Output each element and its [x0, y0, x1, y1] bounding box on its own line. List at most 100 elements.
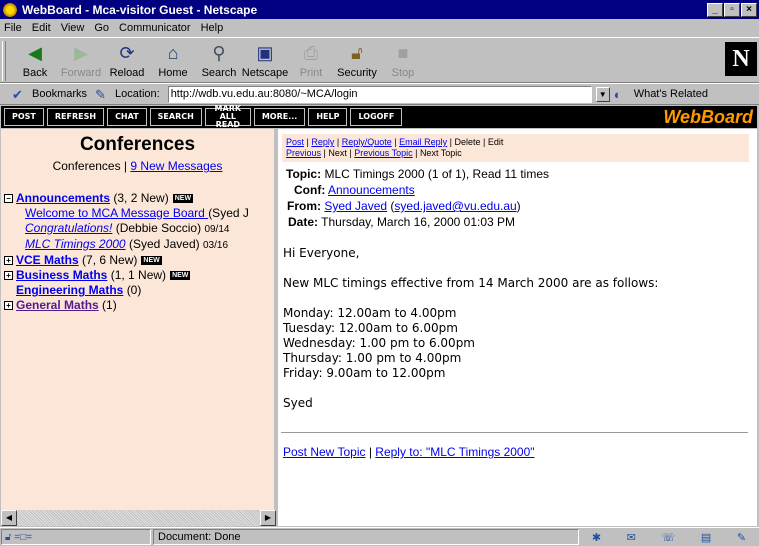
schedule-line: Wednesday: 1.00 pm to 6.00pm: [283, 336, 475, 350]
menu-go[interactable]: Go: [94, 22, 109, 34]
topic-link-current[interactable]: MLC Timings 2000: [25, 237, 126, 251]
discussion-icon[interactable]: ☏: [662, 531, 676, 544]
topic-row: Congratulations! (Debbie Soccio) 09/14: [25, 221, 230, 235]
conferences-title: Conferences: [79, 134, 196, 155]
whats-related-button[interactable]: ◐ What's Related: [614, 87, 708, 102]
wb-search-button[interactable]: SEARCH: [149, 108, 202, 126]
conference-engineering-maths: Engineering Maths (0): [16, 283, 142, 298]
print-button[interactable]: ⎙ Print: [288, 38, 334, 82]
conference-link[interactable]: Announcements: [16, 191, 110, 206]
netscape-logo-icon[interactable]: N: [725, 42, 757, 76]
online-icon[interactable]: =□=: [14, 532, 32, 543]
reply-link[interactable]: Reply: [311, 137, 334, 147]
url-dropdown-button[interactable]: ▼: [595, 86, 610, 102]
menu-help[interactable]: Help: [201, 22, 224, 34]
greeting: Hi Everyone,: [283, 246, 360, 260]
conference-link[interactable]: Engineering Maths: [16, 283, 123, 298]
expand-icon[interactable]: +: [4, 301, 13, 310]
logoff-button[interactable]: LOGOFF: [350, 108, 403, 126]
topic-link[interactable]: Congratulations!: [25, 221, 112, 235]
next-action: Next: [328, 148, 347, 158]
menu-edit[interactable]: Edit: [32, 22, 51, 34]
reload-button[interactable]: ⟳ Reload: [104, 38, 150, 82]
close-button[interactable]: ×: [741, 2, 757, 17]
expand-icon[interactable]: +: [4, 256, 13, 265]
bookmarks-button[interactable]: ✔ Bookmarks: [12, 87, 87, 102]
message-header: Topic: MLC Timings 2000 (1 of 1), Read 1…: [286, 167, 549, 229]
browser-window: WebBoard - Mca-visitor Guest - Netscape …: [0, 0, 759, 546]
mail-icon[interactable]: ✉: [627, 531, 636, 544]
conference-link[interactable]: VCE Maths: [16, 253, 79, 268]
security-lock-icon[interactable]: 🔓︎: [5, 532, 11, 543]
maximize-button[interactable]: ▫: [724, 2, 740, 17]
topic-link[interactable]: Welcome to MCA Message Board: [25, 206, 208, 220]
forward-button[interactable]: ▶ Forward: [58, 38, 104, 82]
more-button[interactable]: MORE...: [253, 108, 306, 126]
scroll-track[interactable]: [17, 510, 260, 526]
netscape-button[interactable]: ▣ Netscape: [242, 38, 288, 82]
conference-general-maths: + General Maths (1): [1, 298, 274, 313]
location-label: ✎ Location:: [95, 87, 160, 102]
toolbar-grip[interactable]: [2, 41, 6, 81]
chat-button[interactable]: CHAT: [107, 108, 147, 126]
home-button[interactable]: ⌂ Home: [150, 38, 196, 82]
scroll-right-icon[interactable]: ▶: [260, 510, 276, 526]
navigation-toolbar: ◀ Back ▶ Forward ⟳ Reload ⌂ Home ⚲ Search ▣ Ne…: [0, 37, 759, 83]
reload-icon: ⟳: [119, 42, 135, 63]
conference-vce-maths: + VCE Maths (7, 6 New) NEW: [1, 253, 274, 268]
title-bar: WebBoard - Mca-visitor Guest - Netscape …: [0, 0, 759, 19]
back-arrow-icon: ◀: [28, 42, 42, 63]
horizontal-scrollbar[interactable]: ◀ ▶: [1, 510, 276, 526]
conference-link[interactable]: Business Maths: [16, 268, 107, 283]
conferences-subtitle: Conferences | 9 New Messages: [52, 159, 223, 173]
lock-icon: 🔓︎: [351, 42, 363, 63]
reply-quote-link[interactable]: Reply/Quote: [342, 137, 392, 147]
status-text: Document: Done: [153, 529, 579, 545]
reply-to-topic-link[interactable]: Reply to: "MLC Timings 2000": [375, 445, 534, 459]
post-button[interactable]: POST: [4, 108, 44, 126]
url-input[interactable]: http://wdb.vu.edu.au:8080/~MCA/login: [167, 85, 592, 103]
new-messages-link[interactable]: 9 New Messages: [130, 159, 222, 173]
component-bar: ✱ ✉ ☏ ▤ ✎: [579, 529, 759, 545]
author-email-link[interactable]: syed.javed@vu.edu.au: [394, 199, 516, 213]
scroll-left-icon[interactable]: ◀: [1, 510, 17, 526]
stop-button[interactable]: ■ Stop: [380, 38, 426, 82]
conference-link[interactable]: General Maths: [16, 298, 99, 313]
menu-file[interactable]: File: [4, 22, 22, 34]
collapse-icon[interactable]: −: [4, 194, 13, 203]
security-button[interactable]: 🔓︎ Security: [334, 38, 380, 82]
previous-link[interactable]: Previous: [286, 148, 321, 158]
post-link[interactable]: Post: [286, 137, 304, 147]
webboard-nav-bar: POST REFRESH CHAT SEARCH MARK ALL READ M…: [1, 105, 757, 129]
menu-communicator[interactable]: Communicator: [119, 22, 191, 34]
schedule-line: Monday: 12.00am to 4.00pm: [283, 306, 457, 320]
refresh-button[interactable]: REFRESH: [46, 108, 105, 126]
topic-value: MLC Timings 2000 (1 of 1), Read 11 times: [324, 167, 549, 181]
message-body: Hi Everyone, New MLC timings effective f…: [283, 246, 757, 411]
mark-all-read-button[interactable]: MARK ALL READ: [204, 105, 251, 129]
search-icon: ⚲: [212, 42, 226, 63]
author-link[interactable]: Syed Javed: [324, 199, 387, 213]
edit-pen-icon[interactable]: ✎: [737, 531, 746, 544]
expand-icon[interactable]: +: [4, 271, 13, 280]
menu-bar: File Edit View Go Communicator Help: [0, 19, 759, 37]
divider: [281, 432, 748, 433]
help-button[interactable]: HELP: [308, 108, 348, 126]
post-new-topic-link[interactable]: Post New Topic: [283, 445, 365, 459]
delete-action: Delete: [454, 137, 481, 147]
topic-row: MLC Timings 2000 (Syed Javed) 03/16: [25, 237, 229, 251]
navigator-icon[interactable]: ✱: [592, 531, 601, 544]
menu-view[interactable]: View: [61, 22, 85, 34]
email-reply-link[interactable]: Email Reply: [399, 137, 447, 147]
back-button[interactable]: ◀ Back: [12, 38, 58, 82]
conf-link[interactable]: Announcements: [328, 183, 415, 197]
search-button[interactable]: ⚲ Search: [196, 38, 242, 82]
home-icon: ⌂: [167, 42, 179, 63]
new-badge-icon: NEW: [141, 256, 162, 265]
composer-icon[interactable]: ▤: [701, 531, 711, 544]
page-proxy-icon[interactable]: ✎: [95, 87, 115, 102]
netscape-app-icon: [2, 1, 18, 18]
minimize-button[interactable]: _: [707, 2, 723, 17]
webboard-logo: WebBoard: [663, 106, 753, 127]
previous-topic-link[interactable]: Previous Topic: [354, 148, 412, 158]
